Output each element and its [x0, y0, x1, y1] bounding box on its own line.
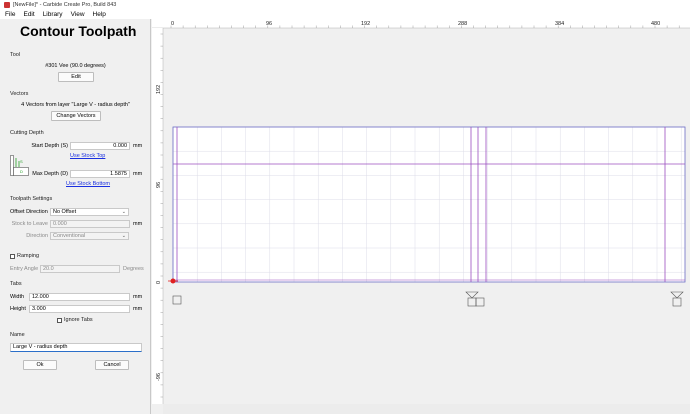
svg-text:S: S [20, 159, 23, 164]
stock-to-leave-input[interactable]: 0.000 [50, 220, 130, 228]
panel-title: Contour Toolpath [20, 23, 137, 39]
start-depth-input[interactable]: 0.000 [70, 142, 130, 150]
stock-to-leave-unit: mm [133, 221, 143, 227]
tabs-heading: Tabs [10, 281, 22, 287]
vectors-heading: Vectors [10, 91, 29, 97]
app-icon [4, 2, 10, 8]
menu-file[interactable]: File [0, 11, 19, 18]
offset-direction-value: No Offset [53, 209, 77, 215]
direction-label: Direction [26, 233, 48, 239]
toolpath-panel: Contour Toolpath Tool #301 Vee (90.0 deg… [0, 19, 151, 414]
menu-help[interactable]: Help [89, 11, 110, 18]
menu-edit[interactable]: Edit [19, 11, 38, 18]
cutting-depth-heading: Cutting Depth [10, 130, 44, 136]
ruler-top [152, 19, 690, 28]
stock-to-leave-label: Stock to Leave [11, 221, 48, 227]
ramping-checkbox[interactable] [10, 254, 15, 259]
tab-marker-middle-icon[interactable] [465, 291, 485, 307]
ruler-left [152, 28, 163, 404]
entry-angle-unit: Degrees [123, 266, 144, 272]
design-canvas[interactable]: 0 96 192 288 384 480 192 96 0 -96 [152, 19, 690, 414]
entry-angle-input[interactable]: 20.0 [40, 265, 120, 273]
offset-direction-label: Offset Direction [10, 209, 48, 215]
toolpath-settings-heading: Toolpath Settings [10, 196, 53, 202]
vectors-summary: 4 Vectors from layer "Large V - radius d… [21, 102, 130, 108]
horizontal-scrollbar[interactable] [163, 404, 690, 414]
tab-marker-right-icon[interactable] [670, 291, 684, 307]
max-depth-label: Max Depth (D) [32, 171, 68, 177]
canvas-svg: 0 96 192 288 384 480 192 96 0 -96 [152, 19, 690, 414]
max-depth-unit: mm [133, 171, 143, 177]
ruler-x-label-384: 384 [555, 21, 564, 27]
tool-heading: Tool [10, 52, 21, 58]
direction-select[interactable]: Conventional ⌄ [50, 232, 129, 240]
ruler-x-label-480: 480 [651, 21, 660, 27]
tool-name: #301 Vee (90.0 degrees) [45, 63, 106, 69]
ruler-x-label-0: 0 [171, 21, 174, 27]
stock-area [173, 127, 685, 282]
menu-library[interactable]: Library [39, 11, 67, 18]
entry-angle-label: Entry Angle [10, 266, 39, 272]
toolpath-name-input[interactable]: Large V - radius depth [10, 343, 142, 352]
tab-width-label: Width [10, 294, 25, 300]
ruler-y-label-minus-96: -96 [156, 373, 162, 381]
cancel-button[interactable]: Cancel [95, 360, 129, 370]
tab-height-input[interactable]: 3.000 [29, 305, 130, 313]
ignore-tabs-label: Ignore Tabs [64, 317, 93, 323]
ruler-x-label-288: 288 [458, 21, 467, 27]
max-depth-input[interactable]: 1.5875 [70, 170, 130, 178]
use-stock-top-link[interactable]: Use Stock Top [70, 153, 105, 159]
ruler-y-label-0: 0 [156, 281, 162, 284]
chevron-down-icon: ⌄ [121, 233, 126, 239]
ruler-x-label-96: 96 [266, 21, 272, 27]
name-heading: Name [10, 332, 25, 338]
direction-value: Conventional [53, 233, 86, 239]
ruler-x-label-192: 192 [361, 21, 370, 27]
tab-width-input[interactable]: 12.000 [29, 293, 130, 301]
offset-direction-select[interactable]: No Offset ⌄ [50, 208, 129, 216]
edit-tool-button[interactable]: Edit [58, 72, 94, 82]
tab-height-unit: mm [133, 306, 143, 312]
handle-left-icon[interactable] [172, 295, 182, 305]
use-stock-bottom-link[interactable]: Use Stock Bottom [66, 181, 110, 187]
menu-bar: File Edit Library View Help [0, 10, 690, 19]
chevron-down-icon: ⌄ [121, 209, 126, 215]
tab-width-unit: mm [133, 294, 143, 300]
ok-button[interactable]: Ok [23, 360, 57, 370]
menu-view[interactable]: View [67, 11, 89, 18]
tab-height-label: Height [10, 306, 26, 312]
ruler-y-label-192: 192 [156, 85, 162, 94]
change-vectors-button[interactable]: Change Vectors [51, 111, 101, 121]
ramping-label: Ramping [17, 253, 40, 259]
window-title: [NewFile]* - Carbide Create Pro, Build 8… [13, 2, 117, 8]
ignore-tabs-checkbox[interactable] [57, 318, 62, 323]
start-depth-unit: mm [133, 143, 143, 149]
title-bar: [NewFile]* - Carbide Create Pro, Build 8… [0, 0, 690, 10]
ruler-y-label-96: 96 [156, 182, 162, 188]
start-depth-label: Start Depth (S) [31, 143, 68, 149]
